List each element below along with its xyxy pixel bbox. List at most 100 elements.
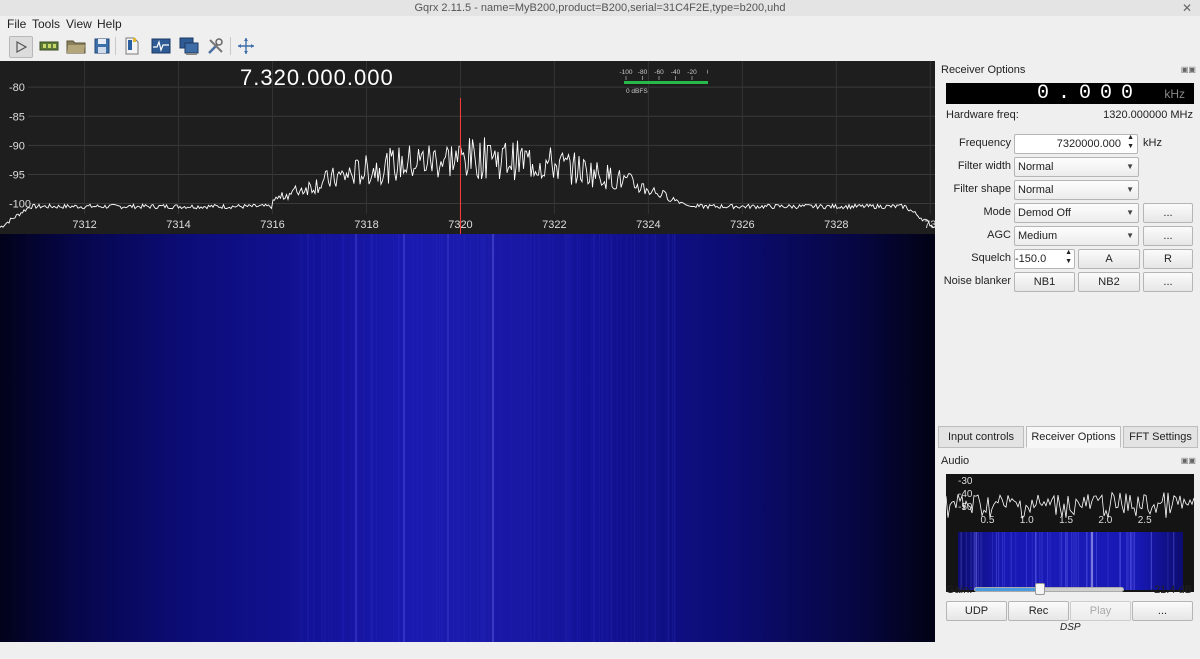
- meter-tick-label: -100: [619, 69, 632, 76]
- close-icon[interactable]: ✕: [1182, 0, 1192, 16]
- filter-shape-value: Normal: [1018, 184, 1054, 196]
- squelch-reset-button[interactable]: R: [1143, 249, 1193, 269]
- audio-db-label: -30: [958, 476, 973, 487]
- meter-tick-label: -20: [687, 69, 697, 76]
- filter-shape-label: Filter shape: [953, 183, 1011, 195]
- dsp-label: DSP: [1060, 622, 1081, 633]
- chevron-down-icon: ▼: [1126, 162, 1134, 171]
- audio-options-button[interactable]: ...: [1132, 601, 1193, 621]
- lcd-unit: kHz: [1164, 87, 1185, 101]
- spinner-arrows-icon[interactable]: ▲ ▼: [1065, 248, 1072, 266]
- meter-tick-label: -60: [654, 69, 664, 76]
- audio-khz-label: 2.0: [1098, 515, 1112, 526]
- audio-fft-plot[interactable]: -30 -40 -50 0.5 1.0 1.5 2.0 2.5: [946, 474, 1194, 592]
- meter-caption: 0 dBFS: [626, 88, 648, 95]
- udp-button[interactable]: UDP: [946, 601, 1007, 621]
- frequency-field[interactable]: 7320000.000 ▲ ▼: [1014, 134, 1138, 154]
- db-tick-label: -90: [9, 140, 25, 152]
- frequency-unit: kHz: [1143, 137, 1162, 149]
- dock-float-close-icon[interactable]: ▣▣: [1181, 65, 1196, 74]
- audio-db-label: -40: [958, 489, 973, 500]
- fullscreen-icon[interactable]: [235, 36, 257, 56]
- gain-slider-handle[interactable]: [1035, 583, 1046, 595]
- mode-select[interactable]: Demod Off ▼: [1014, 203, 1139, 223]
- menu-bar: File Tools View Help: [0, 16, 1200, 32]
- meter-tick-label: -40: [671, 69, 681, 76]
- tools-icon[interactable]: [205, 36, 227, 56]
- waterfall[interactable]: [0, 234, 935, 642]
- nb2-button[interactable]: NB2: [1078, 272, 1140, 292]
- toolbar: [0, 32, 1200, 62]
- meter-tick-label: 0: [707, 69, 708, 76]
- dock-float-close-icon[interactable]: ▣▣: [1181, 456, 1196, 465]
- audio-khz-label: 0.5: [980, 515, 994, 526]
- hardware-freq-label: Hardware freq:: [946, 109, 1019, 121]
- meter-bar: [624, 81, 708, 84]
- plot-icon[interactable]: [150, 36, 172, 56]
- gain-label: Gain:: [946, 584, 973, 596]
- agc-options-button[interactable]: ...: [1143, 226, 1193, 246]
- toolbar-separator: [230, 37, 231, 55]
- db-tick-label: -95: [9, 169, 25, 181]
- filter-width-label: Filter width: [957, 160, 1011, 172]
- dock-title-audio: Audio: [941, 455, 970, 467]
- play-button[interactable]: Play: [1070, 601, 1131, 621]
- menu-help[interactable]: Help: [97, 17, 122, 31]
- freq-tick-label: 7324: [636, 219, 660, 231]
- tab-receiver-options[interactable]: Receiver Options: [1026, 426, 1121, 448]
- filter-width-value: Normal: [1018, 161, 1054, 173]
- hardware-freq-value: 1320.000000 MHz: [1103, 109, 1193, 121]
- gain-slider[interactable]: [974, 583, 1124, 595]
- document-icon[interactable]: [121, 36, 143, 56]
- freq-tick-label: 7322: [542, 219, 566, 231]
- filter-width-select[interactable]: Normal ▼: [1014, 157, 1139, 177]
- spectrum-plot[interactable]: 7.320.000.000 -80 -85 -90 -95 -100 7312 7314 73…: [0, 61, 935, 234]
- nb-options-button[interactable]: ...: [1143, 272, 1193, 292]
- chevron-down-icon: ▼: [1126, 185, 1134, 194]
- menu-tools[interactable]: Tools: [32, 17, 60, 31]
- squelch-label: Squelch: [971, 252, 1011, 264]
- freq-tick-label: 7326: [730, 219, 754, 231]
- mode-label: Mode: [983, 206, 1011, 218]
- window-title: Gqrx 2.11.5 - name=MyB200,product=B200,s…: [414, 2, 786, 14]
- freq-tick-label: 7314: [166, 219, 190, 231]
- toolbar-separator: [115, 37, 116, 55]
- spectrum-graph: -80-85-90-95-1007312 7314 7316 7318 7320 7322…: [0, 61, 935, 234]
- filter-shape-select[interactable]: Normal ▼: [1014, 180, 1139, 200]
- audio-khz-label: 2.5: [1138, 515, 1152, 526]
- squelch-auto-button[interactable]: A: [1078, 249, 1140, 269]
- db-tick-label: -85: [9, 111, 25, 123]
- chevron-down-icon: ▼: [1126, 208, 1134, 217]
- tab-input-controls[interactable]: Input controls: [938, 426, 1024, 448]
- agc-select[interactable]: Medium ▼: [1014, 226, 1139, 246]
- play-icon[interactable]: [9, 36, 33, 58]
- squelch-field[interactable]: -150.0 dB ▲▼: [1014, 248, 1075, 283]
- status-bar: [0, 642, 1200, 659]
- frequency-value: 7320000.000: [1056, 138, 1121, 150]
- db-tick-label: -100: [9, 199, 31, 211]
- agc-label: AGC: [987, 229, 1011, 241]
- db-tick-label: -80: [9, 82, 25, 94]
- receiver-options-dock: Receiver Options ▣▣ 0.000 kHz Hardware f…: [935, 61, 1200, 642]
- hardware-icon[interactable]: [38, 36, 60, 56]
- save-icon[interactable]: [91, 36, 113, 56]
- audio-trace: [946, 491, 1194, 519]
- noise-blanker-label: Noise blanker: [943, 275, 1011, 287]
- spinner-arrows-icon[interactable]: ▲ ▼: [1127, 133, 1134, 151]
- offset-lcd[interactable]: 0.000 kHz: [946, 83, 1194, 104]
- nb1-button[interactable]: NB1: [1014, 272, 1075, 292]
- folder-open-icon[interactable]: [65, 36, 87, 56]
- menu-view[interactable]: View: [66, 17, 92, 31]
- tab-fft-settings[interactable]: FFT Settings: [1123, 426, 1198, 448]
- freq-tick-label: 7312: [72, 219, 96, 231]
- gain-slider-fill: [975, 588, 1041, 591]
- remote-control-icon[interactable]: [178, 36, 200, 56]
- freq-tick-label: 7316: [260, 219, 284, 231]
- freq-tick-label: 7328: [824, 219, 848, 231]
- record-button[interactable]: Rec: [1008, 601, 1069, 621]
- chevron-down-icon: ▼: [1126, 231, 1134, 240]
- gain-value: -21.4 dB: [1150, 584, 1192, 596]
- menu-file[interactable]: File: [7, 17, 26, 31]
- agc-value: Medium: [1018, 230, 1058, 242]
- mode-options-button[interactable]: ...: [1143, 203, 1193, 223]
